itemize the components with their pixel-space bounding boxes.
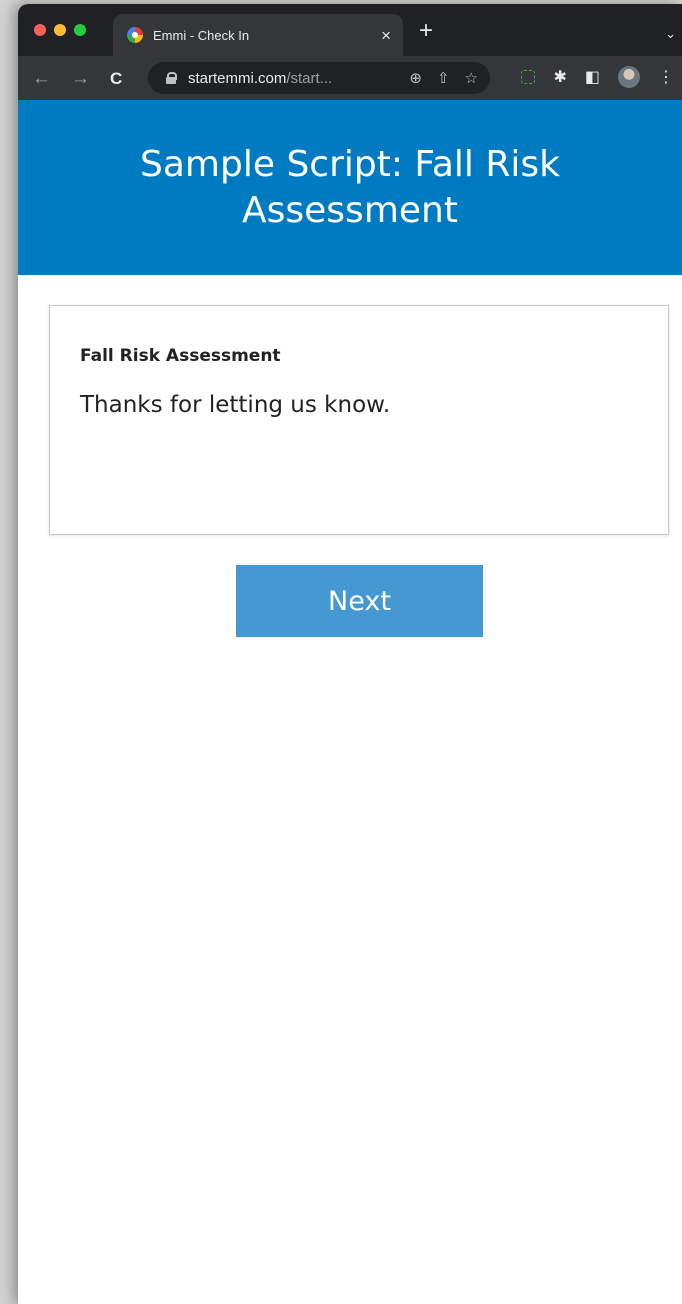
window-controls — [34, 24, 86, 36]
menu-kebab-icon[interactable]: ⋮ — [658, 67, 674, 87]
browser-window: Emmi - Check In × + ⌄ ← → C startemmi.co… — [18, 4, 682, 1304]
reload-icon[interactable]: C — [110, 70, 122, 87]
browser-toolbar: ← → C startemmi.com/start... ⊕ ⇧ ☆ ✱ ◧ ⋮ — [18, 56, 682, 100]
card-message: Thanks for letting us know. — [80, 392, 391, 418]
zoom-icon[interactable]: ⊕ — [409, 69, 422, 87]
assessment-card: Fall Risk Assessment Thanks for letting … — [49, 305, 669, 535]
extension-icon[interactable] — [521, 70, 536, 84]
tab-close-icon[interactable]: × — [381, 27, 391, 44]
extension-area: ✱ ◧ ⋮ — [521, 66, 674, 88]
back-icon[interactable]: ← — [32, 69, 51, 88]
url-text[interactable]: startemmi.com/start... — [188, 70, 409, 87]
browser-tab[interactable]: Emmi - Check In × — [113, 14, 403, 56]
favicon-icon — [127, 27, 143, 43]
url-host: startemmi.com — [188, 69, 287, 87]
close-window-button[interactable] — [34, 24, 46, 36]
next-button[interactable]: Next — [236, 565, 483, 637]
puzzle-extensions-icon[interactable]: ✱ — [553, 67, 566, 87]
url-path: /start... — [286, 69, 333, 87]
tab-title: Emmi - Check In — [153, 27, 250, 43]
maximize-window-button[interactable] — [74, 24, 86, 36]
address-bar[interactable]: startemmi.com/start... ⊕ ⇧ ☆ — [148, 62, 490, 94]
card-label: Fall Risk Assessment — [80, 346, 281, 366]
minimize-window-button[interactable] — [54, 24, 66, 36]
profile-avatar[interactable] — [618, 66, 640, 88]
tab-search-icon[interactable]: ⌄ — [665, 26, 676, 42]
share-icon[interactable]: ⇧ — [437, 69, 450, 87]
page-header: Sample Script: Fall Risk Assessment — [18, 100, 682, 275]
forward-icon[interactable]: → — [71, 69, 90, 88]
new-tab-icon[interactable]: + — [419, 19, 433, 43]
tab-strip: Emmi - Check In × + ⌄ — [18, 4, 682, 56]
side-panel-icon[interactable]: ◧ — [585, 67, 600, 87]
lock-icon[interactable] — [166, 72, 177, 84]
omnibox-actions: ⊕ ⇧ ☆ — [409, 69, 478, 87]
page-title: Sample Script: Fall Risk Assessment — [140, 143, 560, 231]
bookmark-star-icon[interactable]: ☆ — [465, 69, 478, 87]
